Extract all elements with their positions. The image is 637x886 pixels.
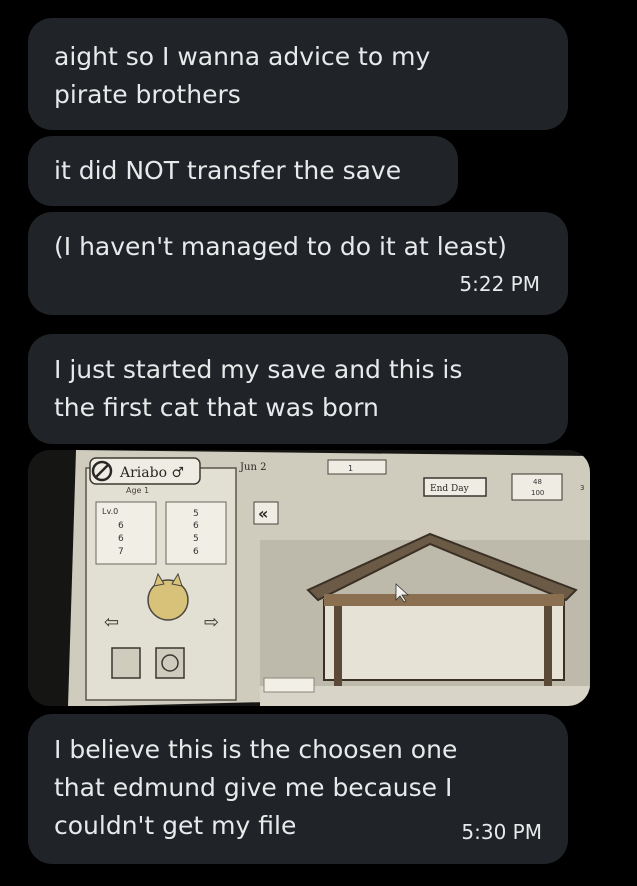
end-day-label: End Day — [430, 484, 470, 494]
message-bubble-2: it did NOT transfer the save — [28, 136, 458, 206]
stat-value: 5 — [193, 534, 199, 544]
cat-age: Age 1 — [126, 486, 149, 495]
message-text: aight so I wanna advice to my — [54, 42, 431, 71]
message-timestamp: 5:30 PM — [461, 820, 542, 844]
stat-value: 5 — [193, 509, 199, 519]
cat-name: Ariabo ♂ — [119, 465, 184, 481]
message-text: I believe this is the choosen one — [54, 735, 458, 764]
message-text: (I haven't managed to do it at least) — [54, 232, 507, 261]
stat-value: 6 — [118, 521, 124, 531]
day-counter: 1 — [348, 464, 353, 473]
message-text: I just started my save and this is — [54, 355, 463, 384]
cat-level: Lv.0 — [102, 507, 118, 516]
message-bubble-1: aight so I wanna advice to my pirate bro… — [28, 18, 568, 130]
message-bubble-4: I just started my save and this is the f… — [28, 334, 568, 444]
message-bubble-5: I believe this is the choosen one that e… — [28, 714, 568, 864]
message-text: the first cat that was born — [54, 393, 379, 422]
food-bottom: 100 — [531, 489, 544, 497]
left-arrow-icon: ⇦ — [104, 612, 119, 633]
stat-value: 6 — [118, 534, 124, 544]
attached-photo[interactable]: Ariabo ♂ Age 1 Jun 2 Lv.0 6 6 7 5 6 5 6 … — [28, 450, 590, 706]
game-screenshot-image: Ariabo ♂ Age 1 Jun 2 Lv.0 6 6 7 5 6 5 6 … — [28, 450, 590, 706]
svg-text:«: « — [258, 504, 268, 523]
stat-value: 6 — [193, 521, 199, 531]
stat-value: 7 — [118, 547, 124, 557]
stat-value: 6 — [193, 547, 199, 557]
game-date: Jun 2 — [239, 462, 266, 473]
message-text: it did NOT transfer the save — [54, 156, 402, 185]
message-timestamp: 5:22 PM — [459, 272, 540, 296]
food-count: 3 — [580, 484, 584, 492]
food-top: 48 — [533, 478, 542, 486]
right-arrow-icon: ⇨ — [204, 612, 219, 633]
message-bubble-3: (I haven't managed to do it at least) 5:… — [28, 212, 568, 315]
message-text: that edmund give me because I — [54, 773, 453, 802]
house-wall — [323, 599, 565, 681]
message-text: pirate brothers — [54, 80, 241, 109]
